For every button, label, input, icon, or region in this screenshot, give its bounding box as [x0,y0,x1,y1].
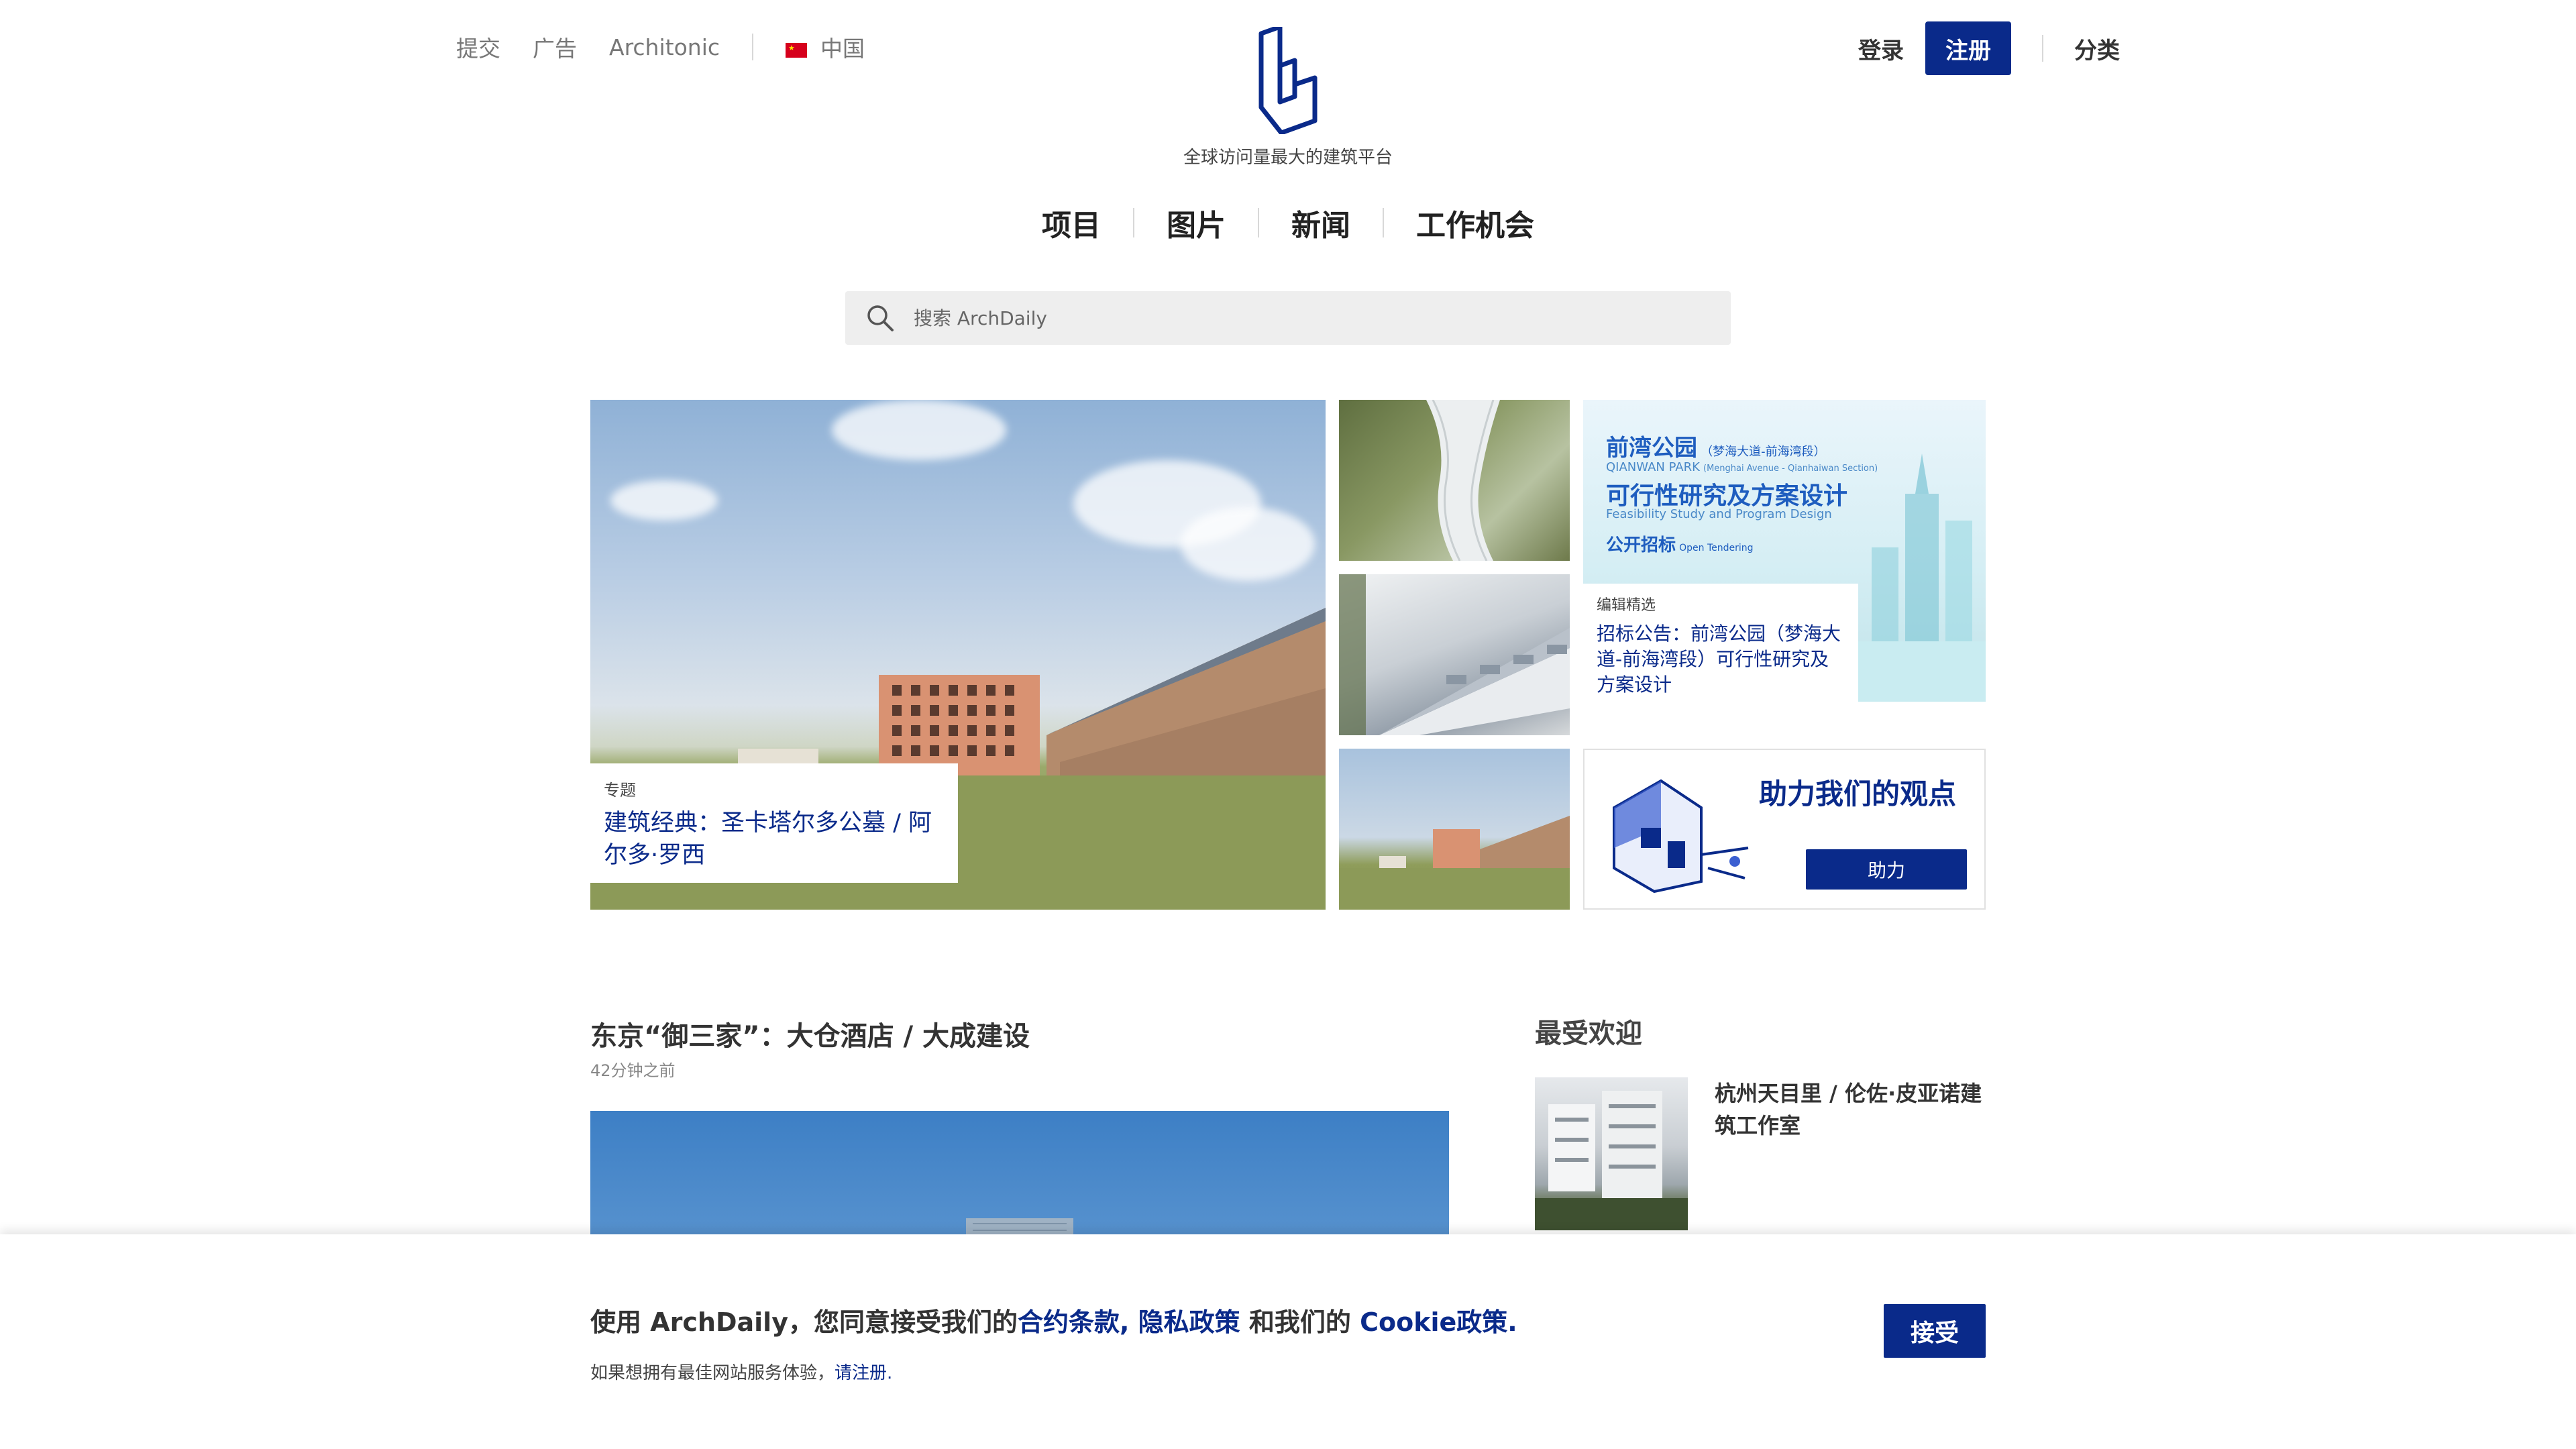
nav-jobs[interactable]: 工作机会 [1384,201,1566,244]
ad-headline-en-sub: (Menghai Avenue - Qianhaiwan Section) [1703,464,1878,474]
support-promo: 助力我们的观点 助力 [1583,749,1986,910]
architonic-link[interactable]: Architonic [609,34,720,60]
article-title[interactable]: 东京“御三家”：大仓酒店 / 大成建设 [590,1014,1030,1053]
divider [752,34,753,60]
region-selector[interactable]: 中国 [786,31,865,63]
popular-heading: 最受欢迎 [1535,1018,1642,1049]
article-timestamp: 42分钟之前 [590,1061,676,1080]
account-nav: 登录 注册 分类 [1858,21,2120,75]
nav-news[interactable]: 新闻 [1259,201,1383,244]
submit-link[interactable]: 提交 [456,31,500,63]
categories-menu[interactable]: 分类 [2074,32,2120,65]
login-link[interactable]: 登录 [1858,32,1904,65]
promo-title: 助力我们的观点 [1759,777,1957,810]
support-button[interactable]: 助力 [1806,849,1967,890]
search-icon[interactable] [865,303,895,333]
top-utility-nav: 提交 广告 Architonic 中国 [456,32,897,62]
terms-link[interactable]: 合约条款, [1018,1307,1129,1337]
ad-tender-en: Open Tendering [1679,543,1754,553]
accept-cookies-button[interactable]: 接受 [1884,1304,1986,1358]
archdaily-logo-icon[interactable] [1256,24,1320,136]
cookie-banner: 使用 ArchDaily，您同意接受我们的合约条款, 隐私政策 和我们的 Coo… [0,1234,2576,1449]
ad-headline-en: QIANWAN PARK [1606,460,1700,474]
search-bar[interactable] [845,291,1731,345]
featured-thumbnail[interactable] [1339,400,1570,561]
cookie-text: 使用 ArchDaily，您同意接受我们的 [590,1307,1018,1337]
nav-projects[interactable]: 项目 [1010,201,1133,244]
cookie-subtext: 如果想拥有最佳网站服务体验，请注册. [590,1359,892,1384]
ad-headline-sub: （梦海大道-前海湾段） [1701,445,1826,459]
editors-pick-kicker: 编辑精选 [1597,597,1656,614]
cookie-message: 使用 ArchDaily，您同意接受我们的合约条款, 隐私政策 和我们的 Coo… [590,1301,1517,1338]
cookie-text-mid: 和我们的 [1240,1307,1360,1337]
tagline: 全球访问量最大的建筑平台 [1183,148,1393,168]
featured-kicker: 专题 [604,781,636,800]
featured-caption[interactable]: 专题 建筑经典：圣卡塔尔多公墓 / 阿尔多·罗西 [590,763,958,883]
editors-pick-title[interactable]: 招标公告：前湾公园（梦海大道-前海湾段）可行性研究及方案设计 [1597,621,1845,698]
region-label: 中国 [820,36,865,62]
popular-item-thumbnail[interactable] [1535,1077,1688,1230]
ad-headline: 前湾公园 [1606,435,1697,462]
ad-tender: 公开招标 [1606,535,1676,555]
signup-link[interactable]: 请注册. [835,1363,892,1383]
ad-study-title: 可行性研究及方案设计 [1606,482,1848,510]
nav-images[interactable]: 图片 [1134,201,1258,244]
featured-thumbnail[interactable] [1339,574,1570,735]
privacy-link[interactable]: 隐私政策 [1138,1307,1240,1337]
popular-item-title[interactable]: 杭州天目里 / 伦佐·皮亚诺建筑工作室 [1715,1077,1996,1142]
divider [2042,35,2043,62]
featured-thumbnail[interactable] [1339,749,1570,910]
register-button[interactable]: 注册 [1925,21,2011,75]
advertise-link[interactable]: 广告 [533,31,577,63]
illustration-icon [1613,779,1749,894]
china-flag-icon [786,42,807,58]
ad-study-en: Feasibility Study and Program Design [1606,507,1832,521]
editors-pick-ad[interactable]: 前湾公园 （梦海大道-前海湾段） QIANWAN PARK (Menghai A… [1583,400,1986,702]
search-input[interactable] [912,306,1650,330]
cookie-sub-text: 如果想拥有最佳网站服务体验， [590,1363,835,1383]
main-nav: 项目 图片 新闻 工作机会 [0,201,2576,244]
editors-pick-card[interactable]: 编辑精选 招标公告：前湾公园（梦海大道-前海湾段）可行性研究及方案设计 [1583,584,1858,702]
featured-title[interactable]: 建筑经典：圣卡塔尔多公墓 / 阿尔多·罗西 [604,807,945,871]
cookie-policy-link[interactable]: Cookie政策. [1360,1307,1517,1337]
